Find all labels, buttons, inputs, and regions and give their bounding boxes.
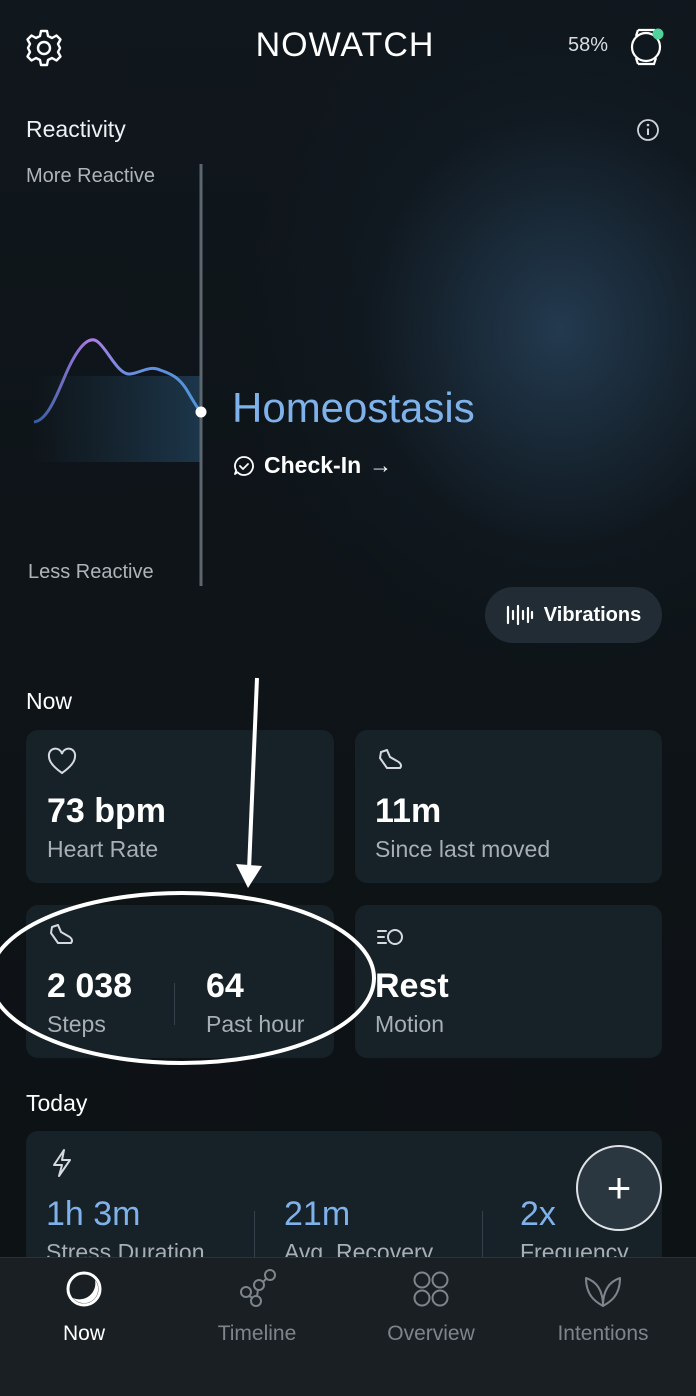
nav-item-now[interactable]: Now [4, 1268, 164, 1346]
vibrations-icon [506, 604, 533, 626]
lightning-icon [53, 1149, 71, 1177]
shoe-icon [379, 749, 402, 769]
today-divider [482, 1211, 483, 1261]
nav-item-timeline[interactable]: Timeline [177, 1268, 337, 1346]
reactivity-title: Reactivity [26, 116, 126, 142]
watch-connected-dot [652, 28, 664, 40]
nav-item-overview[interactable]: Overview [351, 1268, 511, 1346]
heart-icon [47, 747, 77, 775]
avg-recovery-value: 21m [284, 1195, 351, 1233]
last-moved-value: 11m [375, 792, 442, 830]
stress-duration-value: 1h 3m [46, 1195, 141, 1233]
leaf-icon [585, 1277, 621, 1307]
battery-percentage: 58% [568, 34, 609, 56]
info-icon[interactable] [636, 118, 660, 142]
motion-label: Motion [375, 1011, 445, 1037]
checkin-label: Check-In [264, 452, 362, 478]
reactivity-state: Homeostasis [232, 384, 475, 431]
today-section-title: Today [26, 1090, 88, 1116]
heart-rate-value: 73 bpm [47, 792, 167, 830]
motion-value: Rest [375, 967, 449, 1005]
heart-rate-label: Heart Rate [47, 836, 159, 862]
steps-divider [174, 983, 175, 1025]
last-moved-label: Since last moved [375, 836, 551, 862]
nav-label-overview: Overview [387, 1322, 475, 1345]
arrow-right-icon: → [369, 452, 393, 478]
bottom-nav: Now Timeline Overview Intentions [0, 1257, 696, 1396]
watch-icon[interactable] [624, 24, 668, 70]
today-divider [254, 1211, 255, 1261]
steps-value: 2 038 [47, 967, 133, 1005]
nav-label-intentions: Intentions [557, 1322, 649, 1345]
last-moved-card[interactable]: 11m Since last moved [355, 730, 662, 883]
current-point [195, 406, 207, 418]
reactivity-graph [30, 164, 207, 586]
now-section-title: Now [26, 688, 73, 714]
shoe-icon [50, 924, 73, 944]
nav-item-intentions[interactable]: Intentions [523, 1268, 683, 1346]
checkin-icon [234, 455, 254, 476]
past-hour-value: 64 [206, 967, 244, 1005]
vibrations-button[interactable]: Vibrations [485, 587, 662, 643]
past-hour-label: Past hour [206, 1011, 305, 1037]
steps-card[interactable]: 2 038 Steps 64 Past hour [26, 905, 334, 1058]
timeline-icon [240, 1269, 276, 1307]
heart-rate-card[interactable]: 73 bpm Heart Rate [26, 730, 334, 883]
nav-label-now: Now [62, 1322, 105, 1345]
motion-card[interactable]: Rest Motion [355, 905, 662, 1058]
nav-label-timeline: Timeline [217, 1322, 297, 1345]
vibrations-label: Vibrations [543, 603, 642, 626]
steps-label: Steps [47, 1011, 106, 1037]
checkin-link[interactable]: Check-In → [232, 452, 392, 479]
frequency-value: 2x [520, 1195, 556, 1233]
homeostasis-band [30, 376, 202, 462]
overview-grid-icon [413, 1271, 449, 1307]
add-button[interactable]: + [576, 1145, 662, 1231]
now-ring-icon [66, 1271, 102, 1307]
motion-icon [377, 929, 403, 945]
